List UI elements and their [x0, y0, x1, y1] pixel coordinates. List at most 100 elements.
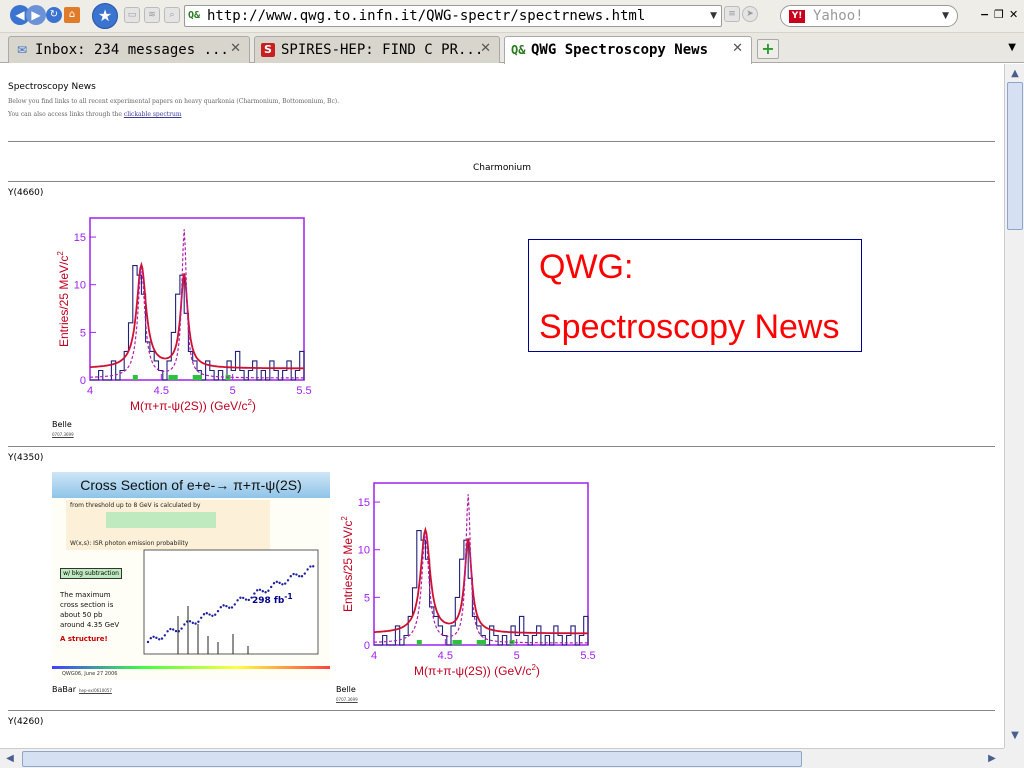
figure-caption: Belle: [336, 685, 356, 694]
search-placeholder[interactable]: Yahoo!: [813, 8, 864, 24]
babar-point: [284, 582, 287, 585]
section-header: Charmonium: [473, 163, 531, 173]
y-axis-label: Entries/25 MeV/c2: [340, 516, 355, 612]
x-axis-label-end: ): [252, 399, 256, 413]
babar-text-block: The maximum cross section is about 50 pb…: [60, 590, 119, 644]
background-bin: [132, 375, 138, 380]
forward-button[interactable]: ▶: [26, 5, 46, 25]
babar-point: [270, 585, 273, 589]
babar-point: [222, 604, 225, 607]
tab-close-icon[interactable]: ✕: [230, 41, 241, 56]
babar-text: cross section is: [60, 601, 114, 609]
print-icon[interactable]: ▭: [124, 7, 140, 23]
background-bin: [476, 640, 482, 645]
home-icon[interactable]: ⌂: [64, 7, 80, 23]
fit-curves: [374, 494, 588, 644]
qwg-title-line2: Spectroscopy News: [539, 308, 840, 346]
lumi-label: 298 fb-1: [252, 592, 293, 606]
page-action-icon[interactable]: ≡: [724, 6, 740, 22]
belle-plot-2[interactable]: 4 4.5 5 5.5 0 5 10 15Entries/25 MeV/c2 M(π+π-ψ(2…: [336, 477, 616, 682]
babar-point: [216, 609, 220, 613]
new-tab-button[interactable]: +: [757, 39, 779, 59]
babar-xsection-chart: [143, 549, 319, 655]
qwg-icon: Q&: [511, 43, 526, 57]
babar-point: [200, 616, 203, 620]
tab-qwg[interactable]: Q& QWG Spectroscopy News ✕: [504, 36, 752, 64]
babar-point: [194, 622, 197, 625]
search-bar[interactable]: Y! Yahoo! ▼: [780, 5, 958, 27]
divider: [8, 710, 995, 711]
babar-point: [191, 621, 194, 625]
babar-point: [303, 572, 306, 575]
babar-point: [155, 636, 158, 640]
tick-labels: 4 4.5 5 5.5 0 5 10 15Entries/25 MeV/c2 M(π+π-ψ(2…: [340, 497, 596, 678]
babar-formula-box: from threshold up to 8 GeV is calculated…: [66, 500, 270, 550]
divider: [8, 181, 995, 182]
babar-text: around 4.35 GeV: [60, 621, 120, 629]
figure-link[interactable]: hep-ex/0610057: [79, 688, 112, 693]
babar-point: [286, 579, 290, 582]
babar-point: [275, 580, 278, 583]
url-dropdown-icon[interactable]: ▼: [710, 11, 717, 21]
zoom-icon[interactable]: ⌕: [164, 7, 180, 23]
babar-point: [202, 613, 206, 616]
babar-point: [172, 628, 175, 631]
babar-point: [244, 598, 248, 601]
go-icon[interactable]: ➤: [742, 6, 758, 22]
vertical-scroll-thumb[interactable]: [1007, 82, 1023, 230]
vertical-scrollbar[interactable]: ▲ ▼: [1004, 64, 1024, 748]
horizontal-scrollbar[interactable]: ◀ ▶: [0, 748, 1004, 768]
page-content: Spectroscopy News Below you find links t…: [0, 64, 1004, 748]
intro-prefix: You can also access links through the: [8, 111, 122, 118]
url-text[interactable]: http://www.qwg.to.infn.it/QWG-spectr/spe…: [207, 8, 645, 24]
babar-point: [169, 627, 172, 631]
belle-plot-1[interactable]: 4 4.5 5 5.5 0 5 10 15Entries/25 MeV/c2 M(π+π-ψ(2…: [52, 212, 332, 417]
babar-point: [236, 599, 239, 602]
scroll-left-icon[interactable]: ◀: [2, 751, 18, 767]
babar-point: [219, 606, 222, 609]
babar-point: [180, 627, 183, 630]
babar-text-highlight: A structure!: [60, 635, 108, 643]
horizontal-scroll-thumb[interactable]: [22, 751, 802, 767]
figure-link[interactable]: 0707.3699: [52, 432, 74, 437]
figure-caption: Belle: [52, 420, 72, 429]
babar-point: [306, 568, 309, 571]
rss-icon[interactable]: ≋: [144, 7, 160, 23]
entry-title: Y(4260): [8, 717, 44, 727]
color-bar: [52, 666, 330, 669]
tab-close-icon[interactable]: ✕: [480, 41, 491, 56]
histogram: [374, 530, 589, 646]
babar-point: [309, 565, 312, 568]
tab-list-icon[interactable]: ▼: [1008, 42, 1016, 53]
babar-point: [174, 629, 178, 633]
babar-point: [160, 637, 164, 640]
scroll-up-icon[interactable]: ▲: [1007, 66, 1023, 82]
reload-icon[interactable]: ↻: [46, 7, 62, 23]
babar-point: [163, 634, 166, 637]
babar-plot[interactable]: Cross Section of e+e-→ π+π-ψ(2S) from th…: [52, 472, 330, 680]
babar-point: [158, 638, 161, 641]
babar-footer: QWG06, June 27 2006: [62, 671, 118, 677]
tab-inbox[interactable]: ✉ Inbox: 234 messages ... ✕: [8, 36, 250, 63]
babar-point: [152, 635, 155, 638]
scroll-right-icon[interactable]: ▶: [984, 751, 1000, 767]
babar-point: [278, 581, 281, 585]
restore-icon[interactable]: ❐: [994, 8, 1004, 21]
tab-close-icon[interactable]: ✕: [732, 41, 743, 56]
bookmark-star-button[interactable]: ★: [92, 3, 118, 29]
mail-icon: ✉: [16, 43, 28, 57]
minimize-icon[interactable]: −: [980, 8, 989, 21]
url-bar[interactable]: Q& http://www.qwg.to.infn.it/QWG-spectr/…: [184, 5, 722, 27]
babar-point: [149, 637, 152, 640]
y-axis-label-sup: 2: [340, 516, 349, 521]
search-dropdown-icon[interactable]: ▼: [942, 11, 949, 21]
clickable-spectrum-link[interactable]: clickable spectrum: [124, 111, 182, 118]
scroll-down-icon[interactable]: ▼: [1007, 728, 1023, 744]
babar-plot-title: Cross Section of e+e-→ π+π-ψ(2S): [52, 472, 330, 498]
close-window-icon[interactable]: ✕: [1009, 8, 1018, 21]
figure-link[interactable]: 0707.3699: [336, 697, 358, 702]
tab-spires[interactable]: S SPIRES-HEP: FIND C PR... ✕: [254, 36, 500, 63]
x-axis-label-end: ): [536, 664, 540, 678]
babar-point: [292, 572, 295, 576]
babar-point: [211, 614, 214, 617]
